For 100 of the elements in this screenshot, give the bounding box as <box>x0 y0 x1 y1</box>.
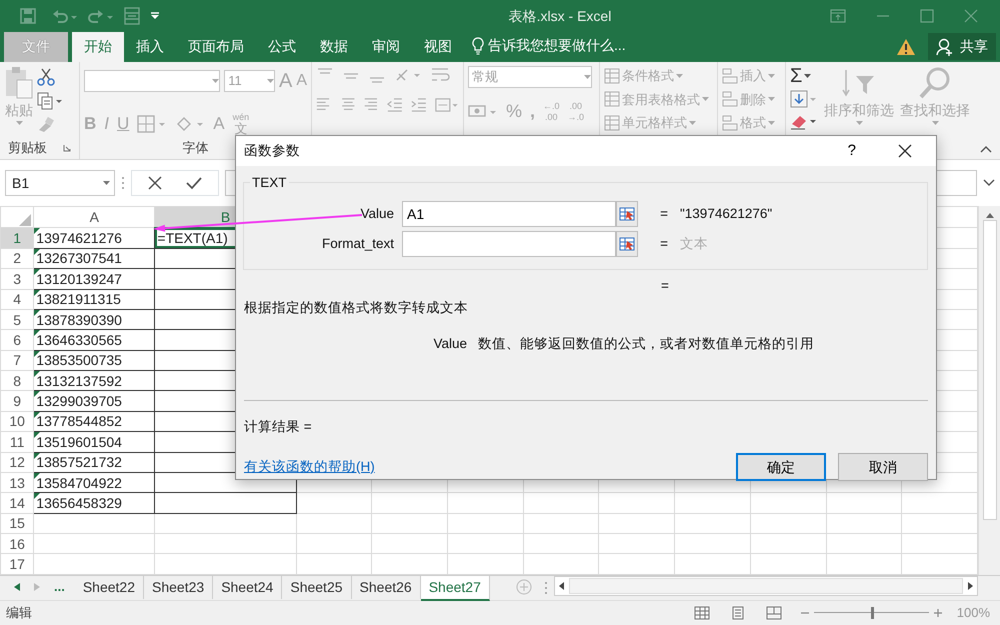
help-link[interactable]: 有关该函数的帮助(H) <box>244 456 375 478</box>
row-header[interactable]: 17 <box>0 554 34 574</box>
ribbon-tab[interactable]: 数据 <box>308 32 360 62</box>
sheet-tab[interactable]: Sheet23 <box>144 576 214 599</box>
cell: 13656458329 <box>34 492 155 514</box>
ribbon-tab[interactable]: 开始 <box>72 32 124 62</box>
tell-me-text[interactable]: 告诉我您想要做什么... <box>488 35 626 56</box>
help-button[interactable]: ? <box>842 138 862 164</box>
redo-icon[interactable] <box>88 8 114 24</box>
row-header[interactable]: 9 <box>0 390 34 412</box>
equals-sign: = <box>661 277 669 295</box>
next-sheet-icon[interactable] <box>34 583 40 591</box>
row-header[interactable]: 7 <box>0 350 34 371</box>
cell: 13853500735 <box>34 350 155 371</box>
column-header[interactable]: A <box>34 206 155 228</box>
font-name-field[interactable] <box>84 70 220 92</box>
sheet-tab[interactable]: Sheet27 <box>420 576 490 601</box>
delete-cells-icon <box>722 91 738 108</box>
row-header[interactable]: 14 <box>0 492 34 514</box>
normal-view-icon[interactable] <box>694 606 710 620</box>
caret-icon[interactable] <box>103 181 110 185</box>
sheet-tab[interactable]: Sheet24 <box>213 576 282 599</box>
range-select-button[interactable] <box>616 231 638 257</box>
argument-input[interactable]: A1 <box>402 201 616 227</box>
close-icon[interactable] <box>898 144 912 158</box>
row-header[interactable]: 2 <box>0 248 34 269</box>
function-description: 根据指定的数值格式将数字转成文本 <box>243 299 469 318</box>
more-sheets-button[interactable]: ... <box>54 577 65 597</box>
sheet-tab[interactable]: Sheet22 <box>74 576 144 599</box>
maximize-icon[interactable] <box>920 9 934 23</box>
merge-cells-icon[interactable] <box>434 96 460 114</box>
row-header[interactable]: 6 <box>0 330 34 350</box>
ribbon-tab[interactable]: 页面布局 <box>176 32 256 62</box>
scrollbar-thumb[interactable] <box>568 578 963 594</box>
form-icon[interactable] <box>124 7 140 25</box>
row-header[interactable]: 1 <box>0 228 34 248</box>
cell: 13584704922 <box>34 472 155 493</box>
dialog-button[interactable]: 确定 <box>736 453 826 481</box>
enter-icon[interactable] <box>186 176 202 190</box>
range-select-button[interactable] <box>616 201 638 227</box>
format-painter-icon[interactable] <box>37 116 55 132</box>
argument-label: Value <box>359 204 395 223</box>
ribbon-display-icon[interactable] <box>830 9 846 23</box>
argument-name: Value <box>432 334 468 352</box>
expand-icon[interactable] <box>983 179 995 187</box>
copy-icon[interactable] <box>37 92 63 110</box>
ribbon-tab[interactable]: 插入 <box>124 32 176 62</box>
zoom-slider-thumb[interactable] <box>871 607 874 619</box>
caret-icon[interactable] <box>804 74 812 78</box>
group-label: 剪贴板 <box>8 139 47 158</box>
name-box[interactable]: B1 <box>5 170 115 196</box>
autosum-button[interactable]: Σ <box>790 66 818 86</box>
ribbon-tab[interactable]: 视图 <box>412 32 464 62</box>
fill-icon[interactable] <box>790 90 818 108</box>
dialog-launcher-icon[interactable] <box>63 144 71 152</box>
scroll-up-icon[interactable] <box>986 212 994 218</box>
dialog-button[interactable]: 取消 <box>838 453 928 481</box>
borders-icon[interactable] <box>137 114 168 133</box>
row-header[interactable]: 8 <box>0 370 34 391</box>
row-header[interactable]: 16 <box>0 534 34 554</box>
row-header[interactable]: 10 <box>0 411 34 432</box>
split-handle-icon[interactable] <box>544 581 548 595</box>
fill-color-icon[interactable] <box>175 114 206 133</box>
row-header[interactable]: 3 <box>0 268 34 290</box>
previous-sheet-icon[interactable] <box>14 583 20 591</box>
ribbon-tab[interactable]: 审阅 <box>360 32 412 62</box>
cancel-icon[interactable] <box>148 176 162 190</box>
cut-icon[interactable] <box>37 68 55 86</box>
row-header[interactable]: 11 <box>0 432 34 452</box>
person-icon <box>936 38 954 56</box>
cell-styles-icon <box>604 114 620 131</box>
lightbulb-icon <box>472 36 484 54</box>
increase-indent-icon[interactable] <box>410 96 427 114</box>
decrease-indent-icon[interactable] <box>387 96 403 114</box>
share-button[interactable]: 共享 <box>928 33 996 60</box>
argument-help: 数值、能够返回数值的公式，或者对数值单元格的引用 <box>478 334 814 352</box>
add-sheet-icon[interactable] <box>516 579 532 595</box>
scrollbar-thumb[interactable] <box>982 220 996 520</box>
page-layout-icon[interactable] <box>730 606 746 620</box>
cell: 13821911315 <box>34 289 155 310</box>
warning-icon[interactable] <box>896 38 916 56</box>
row-header[interactable]: 5 <box>0 309 34 330</box>
search-icon[interactable] <box>918 66 952 100</box>
row-header[interactable]: 4 <box>0 289 34 310</box>
row-header[interactable]: 12 <box>0 452 34 472</box>
page-break-icon[interactable] <box>766 606 782 620</box>
row-header[interactable]: 15 <box>0 513 34 534</box>
cell: 13646330565 <box>34 330 155 350</box>
undo-icon[interactable] <box>52 8 78 24</box>
result-label: 计算结果 = <box>243 418 313 436</box>
more-icon <box>121 176 125 190</box>
ribbon-tab[interactable]: 公式 <box>256 32 308 62</box>
row-header[interactable]: 13 <box>0 472 34 493</box>
customize-icon[interactable] <box>150 12 160 20</box>
collapse-ribbon-icon[interactable] <box>980 145 992 153</box>
zoom-in-icon[interactable] <box>932 608 943 618</box>
save-icon[interactable] <box>20 8 36 24</box>
argument-input[interactable] <box>402 231 616 257</box>
sheet-tab[interactable]: Sheet25 <box>282 576 352 599</box>
argument-result: 文本 <box>680 234 708 253</box>
